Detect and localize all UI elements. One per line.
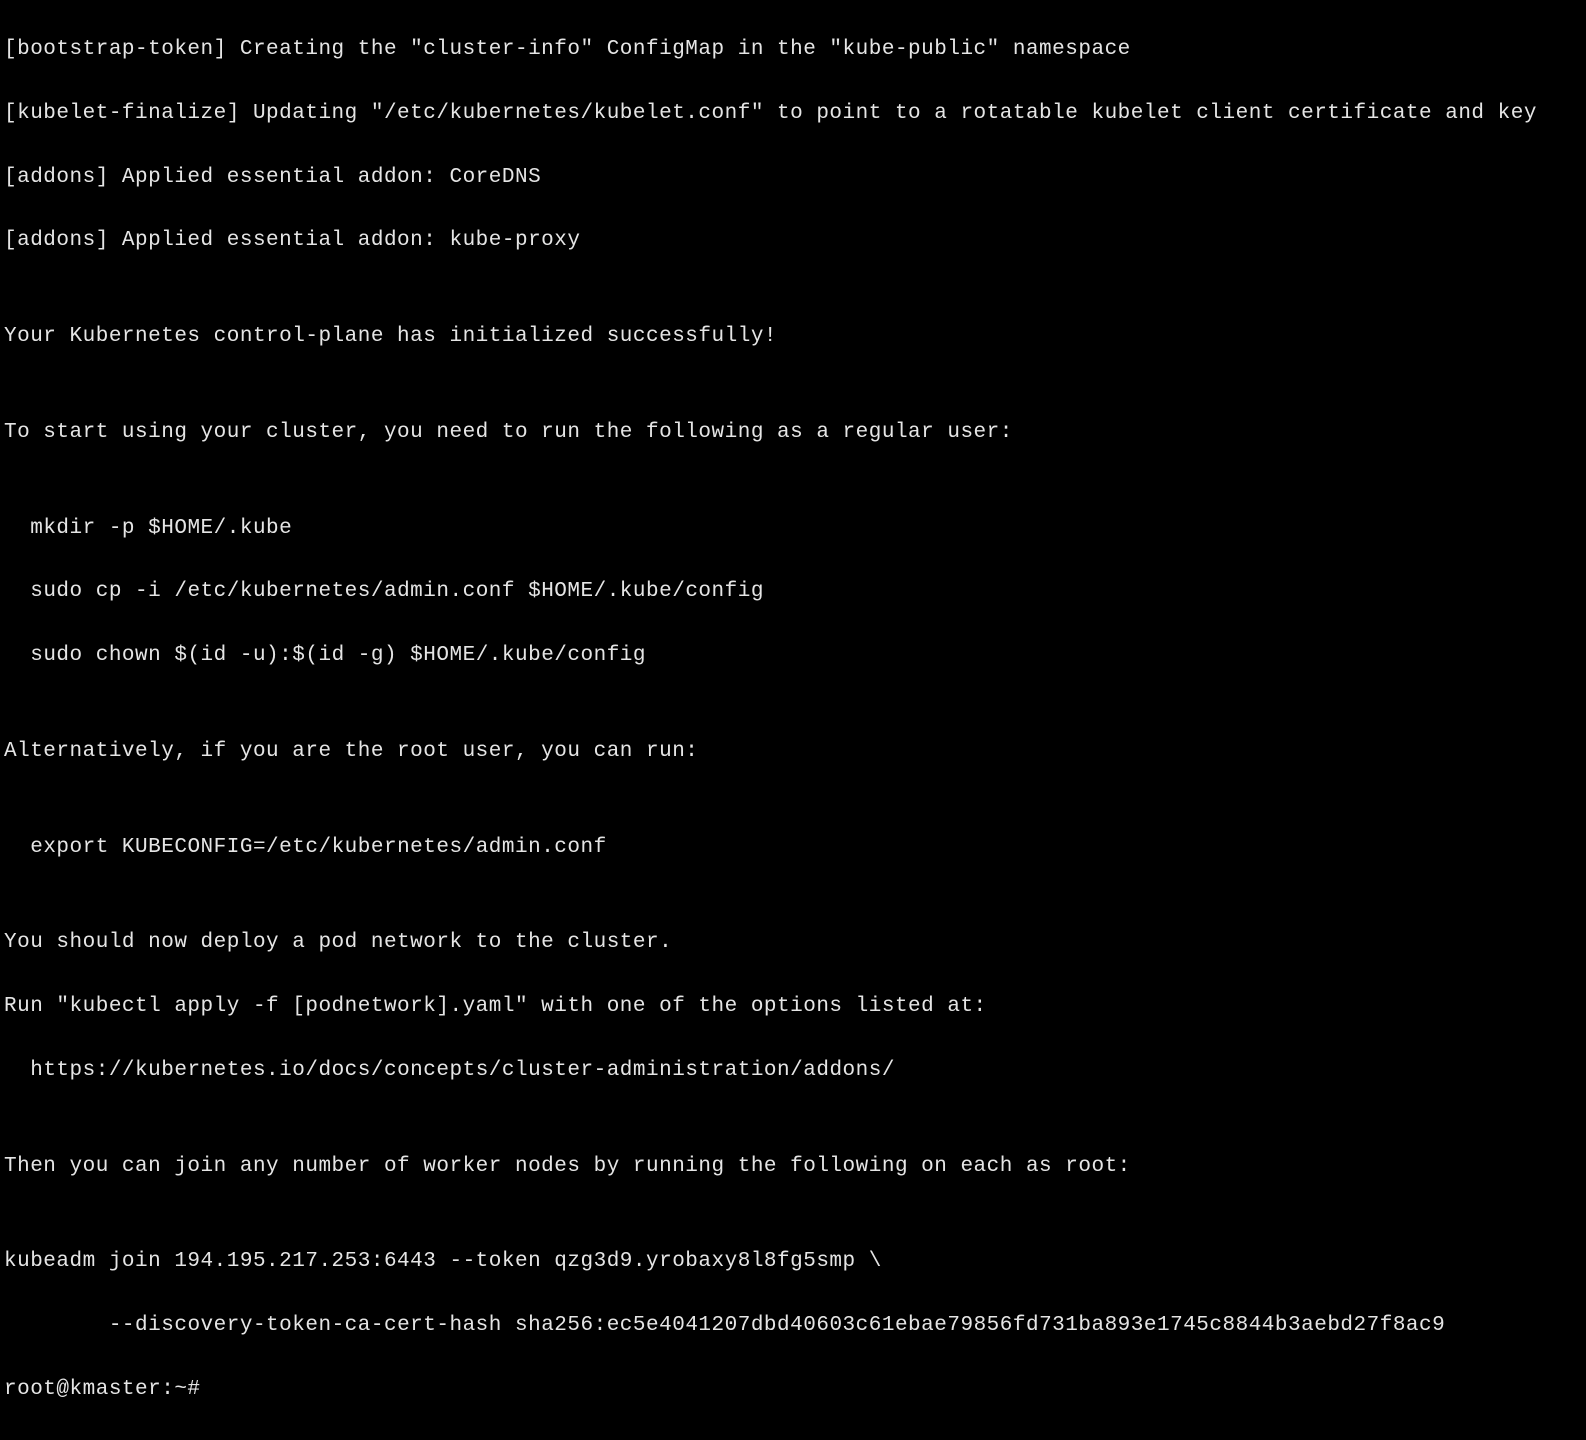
terminal-output[interactable]: [bootstrap-token] Creating the "cluster-… xyxy=(0,0,1586,1440)
output-line: export KUBECONFIG=/etc/kubernetes/admin.… xyxy=(4,832,1582,864)
output-line: Run "kubectl apply -f [podnetwork].yaml"… xyxy=(4,991,1582,1023)
output-line: [addons] Applied essential addon: kube-p… xyxy=(4,225,1582,257)
output-line: mkdir -p $HOME/.kube xyxy=(4,513,1582,545)
output-line: [bootstrap-token] Creating the "cluster-… xyxy=(4,34,1582,66)
shell-prompt[interactable]: root@kmaster:~# xyxy=(4,1374,1582,1406)
output-line: --discovery-token-ca-cert-hash sha256:ec… xyxy=(4,1310,1582,1342)
output-line: You should now deploy a pod network to t… xyxy=(4,927,1582,959)
output-line: [kubelet-finalize] Updating "/etc/kubern… xyxy=(4,98,1582,130)
output-line: Alternatively, if you are the root user,… xyxy=(4,736,1582,768)
output-line: kubeadm join 194.195.217.253:6443 --toke… xyxy=(4,1246,1582,1278)
output-line: sudo chown $(id -u):$(id -g) $HOME/.kube… xyxy=(4,640,1582,672)
output-line: To start using your cluster, you need to… xyxy=(4,417,1582,449)
output-line: https://kubernetes.io/docs/concepts/clus… xyxy=(4,1055,1582,1087)
output-line: [addons] Applied essential addon: CoreDN… xyxy=(4,162,1582,194)
output-line: Then you can join any number of worker n… xyxy=(4,1151,1582,1183)
output-line: sudo cp -i /etc/kubernetes/admin.conf $H… xyxy=(4,576,1582,608)
output-line: Your Kubernetes control-plane has initia… xyxy=(4,321,1582,353)
